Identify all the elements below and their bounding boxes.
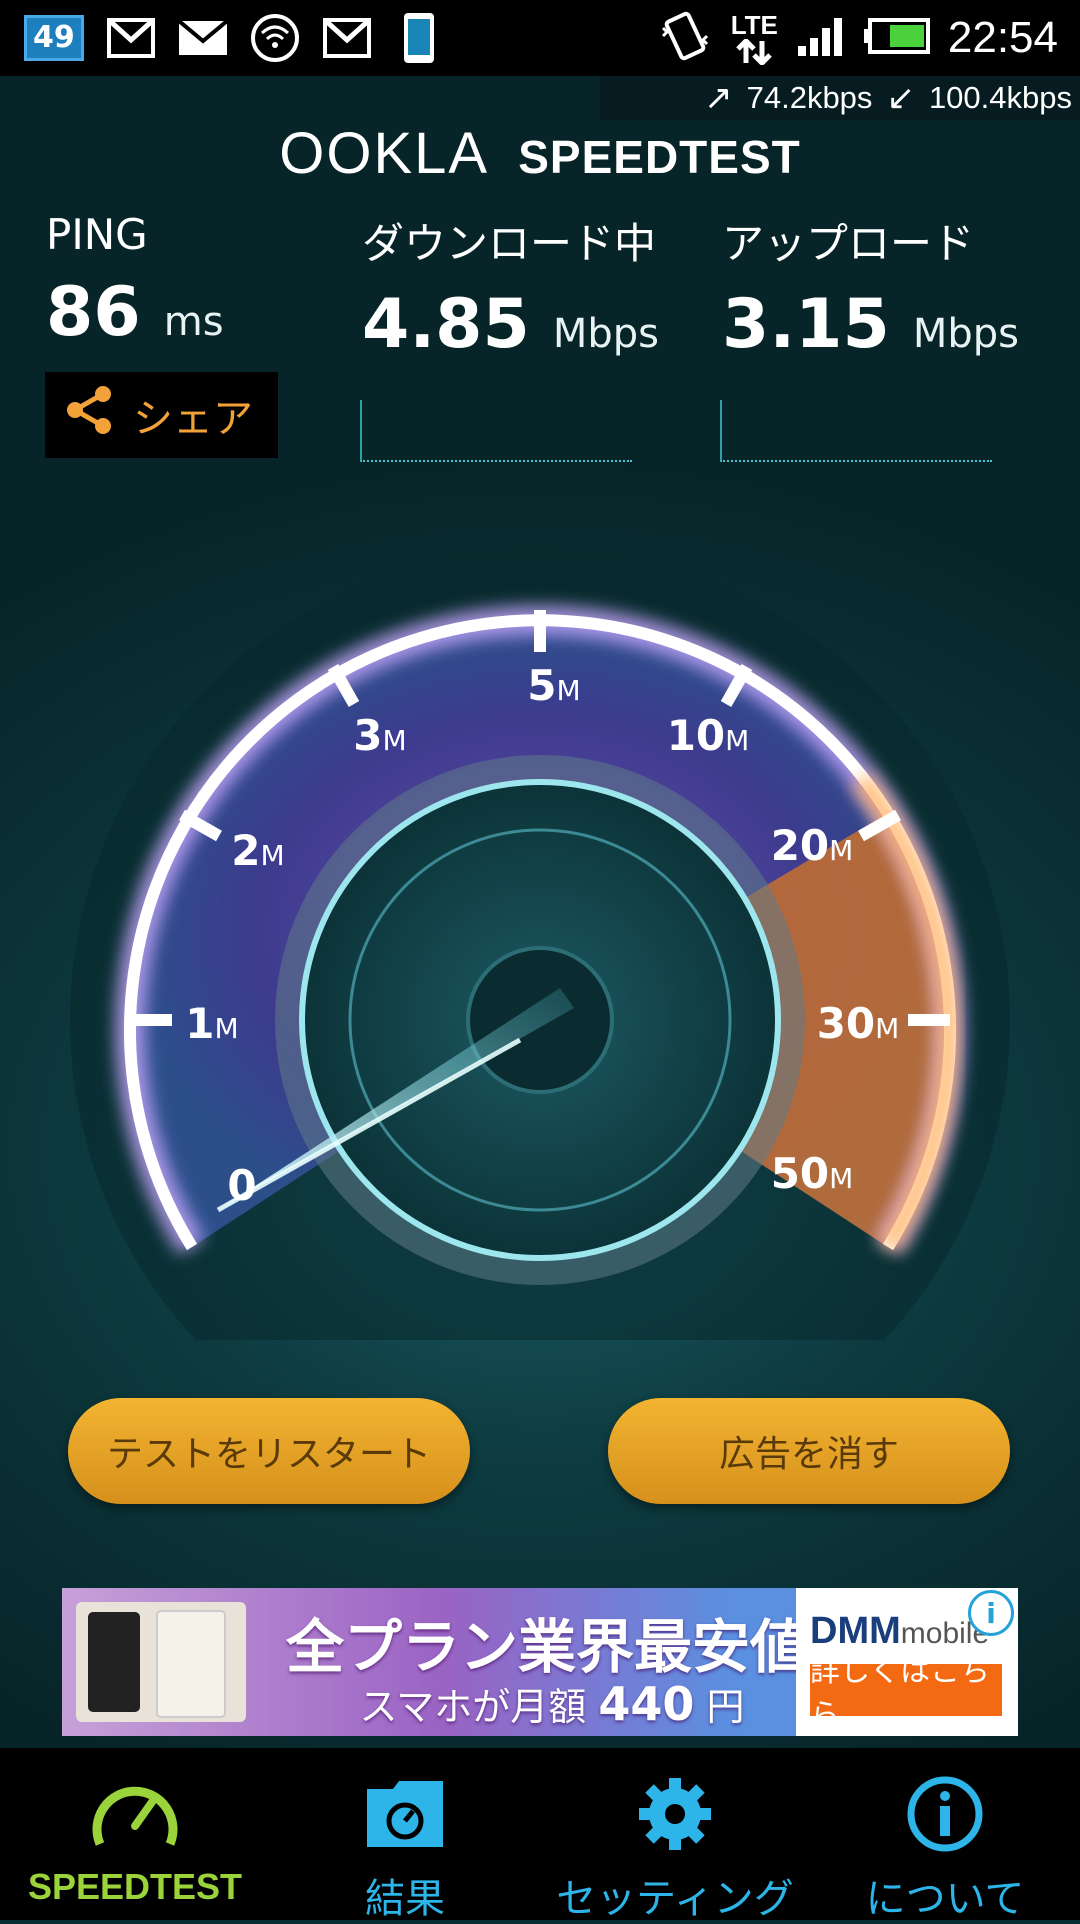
gmail-icon bbox=[106, 14, 156, 62]
download-label: ダウンロード中 bbox=[362, 219, 657, 268]
download-value: 4.85 bbox=[362, 285, 530, 364]
ping-value: 86 bbox=[46, 273, 141, 352]
upload-rate: 74.2kbps bbox=[746, 80, 873, 115]
ad-phone-image bbox=[76, 1602, 246, 1722]
tab-speedtest-label: SPEEDTEST bbox=[27, 1866, 243, 1907]
speedometer-icon bbox=[0, 1766, 270, 1862]
share-label: シェア bbox=[133, 396, 253, 442]
ad-sub-suffix: 円 bbox=[706, 1685, 745, 1729]
mail-icon bbox=[178, 14, 228, 62]
lte-icon: LTE bbox=[731, 11, 778, 65]
share-icon bbox=[65, 385, 113, 445]
ad-headline: 全プラン業界最安値 bbox=[285, 1613, 808, 1681]
tab-speedtest[interactable]: SPEEDTEST bbox=[0, 1748, 270, 1920]
ping-label: PING bbox=[46, 210, 148, 259]
gauge-label-30m: 30M bbox=[817, 999, 900, 1048]
tab-about-label: について bbox=[865, 1876, 1025, 1922]
ad-cta-button[interactable]: 詳しくはこちら bbox=[810, 1654, 1002, 1733]
ad-price: 440 bbox=[598, 1677, 695, 1731]
battery-icon bbox=[863, 18, 930, 58]
bottom-navigation: SPEEDTEST 結果 セッティング について bbox=[0, 1748, 1080, 1922]
phone-icon bbox=[394, 13, 444, 63]
gauge-label-5m: 5M bbox=[527, 661, 580, 710]
gauge-label-50m: 50M bbox=[771, 1149, 854, 1198]
gauge-label-10m: 10M bbox=[667, 711, 750, 760]
download-unit: Mbps bbox=[552, 311, 660, 357]
tab-settings-label: セッティング bbox=[556, 1876, 794, 1922]
tab-results-label: 結果 bbox=[365, 1876, 445, 1922]
lte-label: LTE bbox=[730, 10, 778, 40]
ad-info-icon[interactable]: i bbox=[968, 1590, 1014, 1636]
restart-test-button[interactable]: テストをリスタート bbox=[68, 1398, 470, 1504]
notification-count-badge: 49 bbox=[24, 15, 84, 61]
clock: 22:54 bbox=[947, 13, 1058, 62]
upload-graph bbox=[720, 400, 992, 462]
gear-icon bbox=[540, 1766, 810, 1862]
ad-sub-prefix: スマホが月額 bbox=[359, 1685, 587, 1729]
tab-about[interactable]: について bbox=[810, 1748, 1080, 1922]
gauge-label-3m: 3M bbox=[353, 711, 406, 760]
gauge-label-1m: 1M bbox=[185, 999, 238, 1048]
ad-banner[interactable]: 全プラン業界最安値 スマホが月額 440 円 DMMmobile 詳しくはこちら… bbox=[62, 1588, 1018, 1736]
tab-results[interactable]: 結果 bbox=[270, 1748, 540, 1922]
speedtest-screen: 49 LTE 22:54 ↗ 74.2kbps ↙ 100.4kbps OOKL… bbox=[0, 0, 1080, 1922]
gauge-label-0: 0 bbox=[227, 1161, 256, 1210]
download-metric: ダウンロード中 4.85 Mbps bbox=[362, 210, 659, 364]
upload-unit: Mbps bbox=[912, 311, 1020, 357]
logo-speedtest: SPEEDTEST bbox=[518, 131, 801, 183]
gmail-icon bbox=[322, 14, 372, 62]
speed-gauge: 0 1M 2M 3M 5M 10M 20M 30M 50M bbox=[0, 520, 1080, 1490]
ping-metric: PING 86 ms bbox=[46, 210, 224, 352]
signal-icon bbox=[796, 14, 846, 62]
ping-unit: ms bbox=[163, 299, 224, 345]
remove-ads-button[interactable]: 広告を消す bbox=[608, 1398, 1010, 1504]
download-rate: 100.4kbps bbox=[928, 80, 1072, 115]
info-icon bbox=[810, 1766, 1080, 1862]
ad-subline: スマホが月額 440 円 bbox=[302, 1676, 802, 1731]
download-arrow-icon: ↙ bbox=[886, 79, 915, 117]
upload-label: アップロード bbox=[722, 219, 975, 268]
download-graph bbox=[360, 400, 632, 462]
vibrate-icon bbox=[657, 8, 713, 68]
network-rates: ↗ 74.2kbps ↙ 100.4kbps bbox=[600, 76, 1080, 120]
status-bar: 49 LTE 22:54 bbox=[0, 0, 1080, 76]
gauge-label-2m: 2M bbox=[231, 826, 284, 875]
upload-arrow-icon: ↗ bbox=[704, 79, 733, 117]
gauge-label-20m: 20M bbox=[771, 821, 854, 870]
ookla-speedtest-logo: OOKLA SPEEDTEST bbox=[0, 120, 1080, 190]
logo-ookla: OOKLA bbox=[279, 121, 490, 186]
upload-value: 3.15 bbox=[722, 285, 890, 364]
upload-metric: アップロード 3.15 Mbps bbox=[722, 210, 1019, 364]
tab-settings[interactable]: セッティング bbox=[540, 1748, 810, 1922]
results-folder-icon bbox=[270, 1766, 540, 1862]
share-button[interactable]: シェア bbox=[45, 372, 278, 458]
wifi-hotspot-icon bbox=[250, 14, 300, 62]
